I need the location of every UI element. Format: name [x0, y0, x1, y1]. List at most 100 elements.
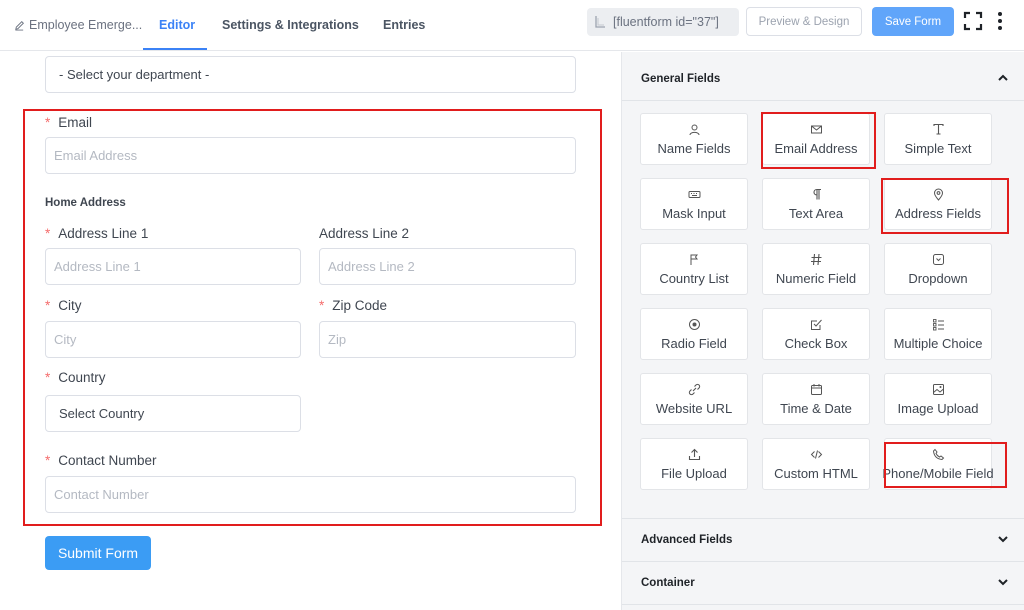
required-mark: * [45, 370, 51, 385]
field-card-dropdown[interactable]: Dropdown [884, 243, 992, 295]
field-card-label: Numeric Field [775, 270, 857, 286]
email-field[interactable]: Email Address [45, 137, 576, 174]
shortcode-text: [fluentform id="37"] [613, 15, 719, 29]
address-line1-label: * Address Line 1 [45, 226, 148, 241]
address-line1-field[interactable]: Address Line 1 [45, 248, 301, 285]
submit-form-button[interactable]: Submit Form [45, 536, 151, 570]
checkbox-icon [810, 319, 822, 330]
field-card-label: Time & Date [780, 400, 852, 416]
field-card-label: Dropdown [908, 270, 968, 286]
link-icon [688, 383, 700, 395]
email-label-text: Email [58, 115, 93, 130]
field-card-mask-input[interactable]: Mask Input [640, 178, 748, 230]
required-mark: * [45, 298, 51, 313]
field-card-label: Mask Input [662, 205, 726, 221]
required-mark: * [319, 298, 325, 313]
tab-settings-integrations[interactable]: Settings & Integrations [222, 18, 359, 32]
city-field[interactable]: City [45, 321, 301, 358]
field-card-image-upload[interactable]: Image Upload [884, 373, 992, 425]
code-icon [810, 449, 822, 459]
container-header[interactable]: Container [622, 562, 1024, 604]
field-card-check-box[interactable]: Check Box [762, 308, 870, 360]
address-line1-label-text: Address Line 1 [58, 226, 149, 241]
active-tab-indicator [143, 48, 207, 50]
divider [622, 100, 1024, 101]
field-card-label: Phone/Mobile Field [882, 465, 994, 481]
chevron-down-icon [998, 536, 1008, 543]
field-card-label: Simple Text [904, 140, 972, 156]
fields-panel: General Fields Name Fields Email Address S… [621, 52, 1024, 610]
general-fields-title: General Fields [641, 73, 721, 85]
field-card-numeric-field[interactable]: Numeric Field [762, 243, 870, 295]
department-select[interactable]: - Select your department - [45, 56, 576, 93]
field-card-address-fields[interactable]: Address Fields [884, 178, 992, 230]
tab-entries[interactable]: Entries [383, 18, 425, 32]
general-fields-header[interactable]: General Fields [622, 58, 1024, 100]
text-icon [932, 123, 944, 135]
country-label-text: Country [58, 370, 106, 385]
contact-number-field[interactable]: Contact Number [45, 476, 576, 513]
field-card-label: Address Fields [895, 205, 981, 221]
field-card-email-address[interactable]: Email Address [762, 113, 870, 165]
city-label-text: City [58, 298, 82, 313]
keyboard-icon [688, 190, 700, 198]
map-pin-icon [933, 188, 943, 201]
city-label: * City [45, 298, 82, 313]
field-card-label: Radio Field [661, 335, 727, 351]
zip-label-text: Zip Code [332, 298, 388, 313]
address-line2-field[interactable]: Address Line 2 [319, 248, 576, 285]
email-label: * Email [45, 115, 92, 130]
pencil-icon [15, 20, 24, 31]
country-label: * Country [45, 370, 106, 385]
preview-design-button[interactable]: Preview & Design [746, 7, 862, 36]
form-canvas: - Select your department - * Email Email … [0, 52, 620, 610]
field-card-label: Country List [659, 270, 729, 286]
container-title: Container [641, 577, 695, 589]
breadcrumb-form-name: Employee Emerge... [29, 18, 143, 32]
dropdown-icon [932, 253, 944, 265]
list-icon [932, 318, 944, 330]
country-select[interactable]: Select Country [45, 395, 301, 432]
advanced-fields-title: Advanced Fields [641, 534, 733, 546]
field-card-file-upload[interactable]: File Upload [640, 438, 748, 490]
required-mark: * [45, 115, 51, 130]
copy-icon [595, 16, 605, 28]
field-card-label: Website URL [655, 400, 733, 416]
field-card-label: File Upload [661, 465, 727, 481]
field-card-text-area[interactable]: Text Area [762, 178, 870, 230]
zip-field[interactable]: Zip [319, 321, 576, 358]
fullscreen-icon[interactable] [963, 11, 983, 31]
field-card-custom-html[interactable]: Custom HTML [762, 438, 870, 490]
calendar-icon [810, 383, 822, 395]
contact-number-label-text: Contact Number [58, 453, 157, 468]
field-card-label: Check Box [784, 335, 848, 351]
shortcode-copy[interactable]: [fluentform id="37"] [587, 8, 739, 36]
breadcrumb[interactable]: Employee Emerge... [14, 18, 142, 32]
field-card-name-fields[interactable]: Name Fields [640, 113, 748, 165]
upload-icon [688, 448, 700, 460]
save-form-button[interactable]: Save Form [872, 7, 954, 36]
field-card-label: Email Address [774, 140, 858, 156]
address-line2-label: Address Line 2 [319, 226, 410, 241]
field-card-label: Custom HTML [774, 465, 858, 481]
field-card-label: Image Upload [897, 400, 979, 416]
divider [622, 604, 1024, 605]
field-card-time-date[interactable]: Time & Date [762, 373, 870, 425]
field-card-phone-mobile-field[interactable]: Phone/Mobile Field [882, 438, 994, 490]
contact-number-label: * Contact Number [45, 453, 157, 468]
field-card-label: Text Area [788, 205, 844, 221]
paragraph-icon [812, 188, 821, 199]
hash-icon [810, 253, 821, 265]
advanced-fields-header[interactable]: Advanced Fields [622, 519, 1024, 561]
more-vertical-icon[interactable] [996, 11, 1004, 31]
field-card-website-url[interactable]: Website URL [640, 373, 748, 425]
chevron-up-icon [998, 74, 1008, 81]
tab-editor[interactable]: Editor [159, 18, 195, 32]
phone-icon [932, 448, 944, 460]
home-address-title: Home Address [45, 197, 126, 209]
field-card-country-list[interactable]: Country List [640, 243, 748, 295]
field-card-radio-field[interactable]: Radio Field [640, 308, 748, 360]
field-card-simple-text[interactable]: Simple Text [884, 113, 992, 165]
field-card-multiple-choice[interactable]: Multiple Choice [884, 308, 992, 360]
chevron-down-icon [998, 579, 1008, 586]
